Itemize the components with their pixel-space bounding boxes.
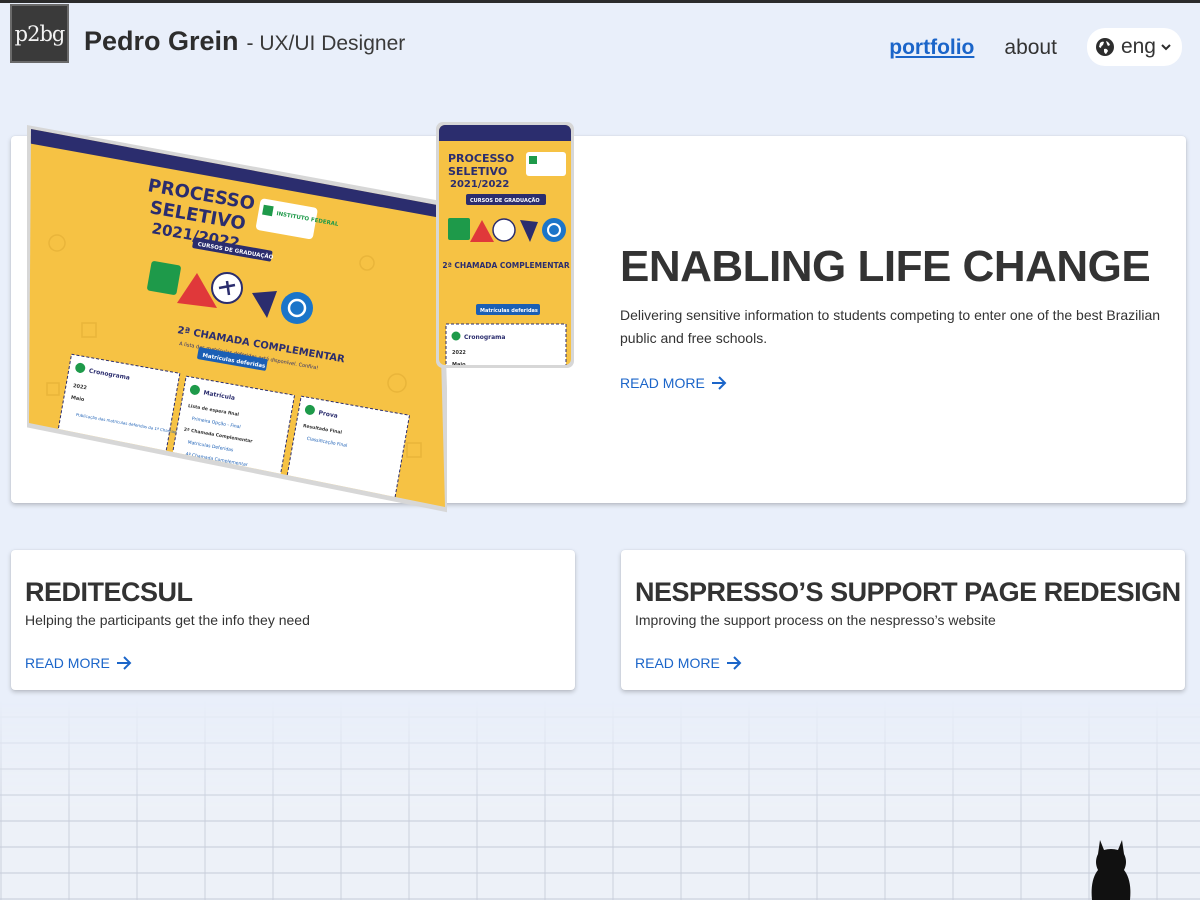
top-border xyxy=(0,0,1200,3)
cat-silhouette-icon xyxy=(1091,840,1131,900)
mobile-button: Matrículas deferidas xyxy=(480,307,538,314)
chevron-down-icon xyxy=(1161,44,1171,51)
language-selector[interactable]: eng xyxy=(1086,28,1182,66)
read-more-label: READ MORE xyxy=(620,375,705,391)
mobile-call: 2ª CHAMADA COMPLEMENTAR xyxy=(442,261,569,270)
read-more-label: READ MORE xyxy=(635,655,720,671)
project-read-more-link[interactable]: READ MORE xyxy=(635,655,742,671)
brand-name: Pedro Grein xyxy=(84,26,239,56)
project-title: NESPRESSO’S SUPPORT PAGE REDESIGN xyxy=(635,577,1181,607)
project-title: REDITECSUL xyxy=(25,577,193,607)
read-more-label: READ MORE xyxy=(25,655,110,671)
arrow-right-icon xyxy=(726,656,742,670)
project-card-nespresso[interactable]: NESPRESSO’S SUPPORT PAGE REDESIGN Improv… xyxy=(621,550,1185,690)
mobile-mockup-image: PROCESSO SELETIVO 2021/2022 CURSOS DE GR… xyxy=(436,122,574,368)
brand: Pedro Grein - UX/UI Designer xyxy=(84,26,405,57)
nav-about-link[interactable]: about xyxy=(1004,36,1057,60)
brick-wall-background xyxy=(0,700,1200,900)
site-logo[interactable]: p2bg xyxy=(10,4,69,63)
mobile-heading-2: SELETIVO xyxy=(448,165,507,178)
project-card-reditecsul[interactable]: REDITECSUL Helping the participants get … xyxy=(11,550,575,690)
project-description: Helping the participants get the info th… xyxy=(25,612,310,628)
mobile-card-title: Cronograma xyxy=(464,334,505,341)
arrow-right-icon xyxy=(711,376,727,390)
mobile-heading-1: PROCESSO xyxy=(448,152,514,165)
globe-icon xyxy=(1095,38,1114,56)
desktop-mockup-image: PROCESSO SELETIVO 2021/2022 INSTITUTO FE… xyxy=(27,125,447,513)
mobile-year: 2021/2022 xyxy=(450,179,509,190)
hero-read-more-link[interactable]: READ MORE xyxy=(620,375,727,391)
hero-title: ENABLING LIFE CHANGE xyxy=(620,242,1151,291)
brand-role: - UX/UI Designer xyxy=(246,32,406,55)
hero-description: Delivering sensitive information to stud… xyxy=(620,307,1161,346)
project-read-more-link[interactable]: READ MORE xyxy=(25,655,132,671)
mobile-line-1: 2022 xyxy=(452,350,466,356)
language-label: eng xyxy=(1120,35,1156,58)
mobile-courses: CURSOS DE GRADUAÇÃO xyxy=(470,197,540,204)
nav-portfolio-link[interactable]: portfolio xyxy=(889,36,974,60)
main-nav: portfolio about eng xyxy=(889,28,1182,66)
project-description: Improving the support process on the nes… xyxy=(635,612,996,628)
arrow-right-icon xyxy=(116,656,132,670)
